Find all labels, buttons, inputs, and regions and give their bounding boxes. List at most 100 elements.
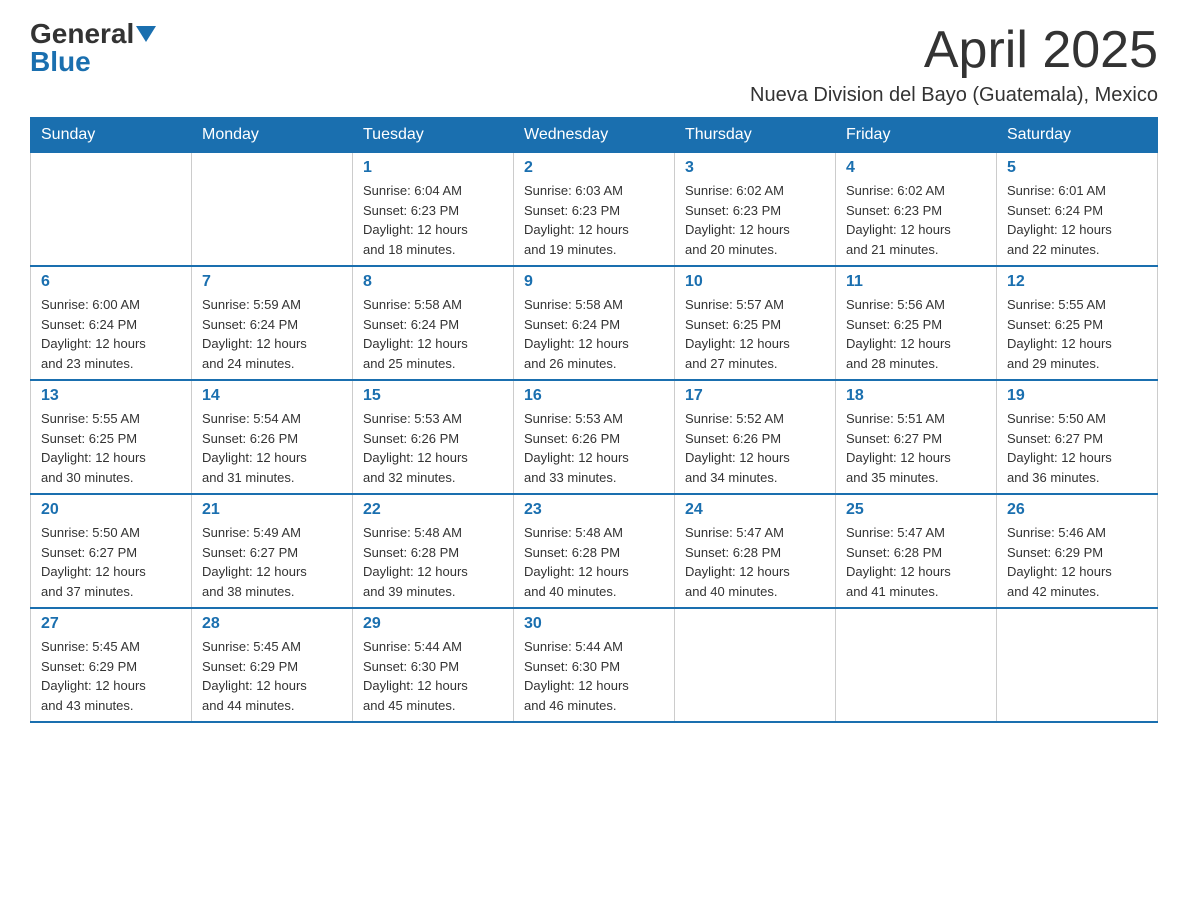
logo-triangle-icon — [136, 26, 156, 42]
day-number: 22 — [363, 501, 503, 519]
day-info: Sunrise: 5:45 AMSunset: 6:29 PMDaylight:… — [41, 637, 181, 715]
day-number: 1 — [363, 159, 503, 177]
day-info: Sunrise: 5:44 AMSunset: 6:30 PMDaylight:… — [363, 637, 503, 715]
calendar-cell: 22 Sunrise: 5:48 AMSunset: 6:28 PMDayligh… — [353, 494, 514, 608]
day-number: 24 — [685, 501, 825, 519]
calendar-header-sunday: Sunday — [31, 118, 192, 153]
calendar-cell: 9Sunrise: 5:58 AMSunset: 6:24 PMDaylight… — [514, 266, 675, 380]
day-number: 13 — [41, 387, 181, 405]
calendar-cell: 15 Sunrise: 5:53 AMSunset: 6:26 PMDayligh… — [353, 380, 514, 494]
page-header: General Blue April 2025 Nueva Division d… — [30, 20, 1158, 107]
day-info: Sunrise: 5:50 AMSunset: 6:27 PMDaylight:… — [41, 523, 181, 601]
day-info: Sunrise: 5:55 AMSunset: 6:25 PMDaylight:… — [41, 409, 181, 487]
day-number: 18 — [846, 387, 986, 405]
day-number: 29 — [363, 615, 503, 633]
day-number: 19 — [1007, 387, 1147, 405]
calendar-header-wednesday: Wednesday — [514, 118, 675, 153]
day-number: 27 — [41, 615, 181, 633]
day-number: 11 — [846, 273, 986, 291]
day-info: Sunrise: 5:47 AMSunset: 6:28 PMDaylight:… — [846, 523, 986, 601]
calendar-cell: 14 Sunrise: 5:54 AMSunset: 6:26 PMDayligh… — [192, 380, 353, 494]
day-info: Sunrise: 6:04 AMSunset: 6:23 PMDaylight:… — [363, 181, 503, 259]
calendar-cell: 24 Sunrise: 5:47 AMSunset: 6:28 PMDayligh… — [675, 494, 836, 608]
day-info: Sunrise: 5:54 AMSunset: 6:26 PMDaylight:… — [202, 409, 342, 487]
day-info: Sunrise: 5:57 AMSunset: 6:25 PMDaylight:… — [685, 295, 825, 373]
day-number: 5 — [1007, 159, 1147, 177]
calendar-cell: 20 Sunrise: 5:50 AMSunset: 6:27 PMDayligh… — [31, 494, 192, 608]
calendar-header-monday: Monday — [192, 118, 353, 153]
day-info: Sunrise: 5:58 AMSunset: 6:24 PMDaylight:… — [363, 295, 503, 373]
day-number: 15 — [363, 387, 503, 405]
day-number: 26 — [1007, 501, 1147, 519]
day-info: Sunrise: 5:59 AMSunset: 6:24 PMDaylight:… — [202, 295, 342, 373]
calendar-header-tuesday: Tuesday — [353, 118, 514, 153]
calendar-cell: 6 Sunrise: 6:00 AMSunset: 6:24 PMDaylight… — [31, 266, 192, 380]
calendar-cell: 23 Sunrise: 5:48 AMSunset: 6:28 PMDayligh… — [514, 494, 675, 608]
week-row-2: 6 Sunrise: 6:00 AMSunset: 6:24 PMDaylight… — [31, 266, 1158, 380]
day-number: 3 — [685, 159, 825, 177]
calendar-header-thursday: Thursday — [675, 118, 836, 153]
calendar-cell — [675, 608, 836, 722]
calendar-cell: 1 Sunrise: 6:04 AMSunset: 6:23 PMDaylight… — [353, 153, 514, 267]
calendar-cell — [997, 608, 1158, 722]
day-number: 6 — [41, 273, 181, 291]
calendar-cell: 3 Sunrise: 6:02 AMSunset: 6:23 PMDaylight… — [675, 153, 836, 267]
day-info: Sunrise: 5:48 AMSunset: 6:28 PMDaylight:… — [363, 523, 503, 601]
week-row-1: 1 Sunrise: 6:04 AMSunset: 6:23 PMDaylight… — [31, 153, 1158, 267]
day-info: Sunrise: 5:52 AMSunset: 6:26 PMDaylight:… — [685, 409, 825, 487]
calendar-cell: 29 Sunrise: 5:44 AMSunset: 6:30 PMDayligh… — [353, 608, 514, 722]
calendar-cell: 28 Sunrise: 5:45 AMSunset: 6:29 PMDayligh… — [192, 608, 353, 722]
day-number: 2 — [524, 159, 664, 177]
day-info: Sunrise: 5:45 AMSunset: 6:29 PMDaylight:… — [202, 637, 342, 715]
calendar-cell: 17Sunrise: 5:52 AMSunset: 6:26 PMDayligh… — [675, 380, 836, 494]
day-number: 20 — [41, 501, 181, 519]
day-info: Sunrise: 6:03 AMSunset: 6:23 PMDaylight:… — [524, 181, 664, 259]
day-info: Sunrise: 6:02 AMSunset: 6:23 PMDaylight:… — [685, 181, 825, 259]
calendar-cell — [836, 608, 997, 722]
week-row-4: 20 Sunrise: 5:50 AMSunset: 6:27 PMDayligh… — [31, 494, 1158, 608]
day-info: Sunrise: 5:47 AMSunset: 6:28 PMDaylight:… — [685, 523, 825, 601]
day-info: Sunrise: 5:46 AMSunset: 6:29 PMDaylight:… — [1007, 523, 1147, 601]
calendar-cell: 13 Sunrise: 5:55 AMSunset: 6:25 PMDayligh… — [31, 380, 192, 494]
calendar-cell: 4Sunrise: 6:02 AMSunset: 6:23 PMDaylight… — [836, 153, 997, 267]
day-info: Sunrise: 5:55 AMSunset: 6:25 PMDaylight:… — [1007, 295, 1147, 373]
calendar-cell — [31, 153, 192, 267]
calendar-cell: 10 Sunrise: 5:57 AMSunset: 6:25 PMDayligh… — [675, 266, 836, 380]
day-info: Sunrise: 5:56 AMSunset: 6:25 PMDaylight:… — [846, 295, 986, 373]
day-info: Sunrise: 5:51 AMSunset: 6:27 PMDaylight:… — [846, 409, 986, 487]
day-number: 30 — [524, 615, 664, 633]
calendar-cell — [192, 153, 353, 267]
calendar-cell: 19 Sunrise: 5:50 AMSunset: 6:27 PMDayligh… — [997, 380, 1158, 494]
day-info: Sunrise: 5:53 AMSunset: 6:26 PMDaylight:… — [363, 409, 503, 487]
location-subtitle: Nueva Division del Bayo (Guatemala), Mex… — [750, 84, 1158, 107]
day-info: Sunrise: 6:01 AMSunset: 6:24 PMDaylight:… — [1007, 181, 1147, 259]
logo-blue-text: Blue — [30, 48, 91, 76]
day-number: 16 — [524, 387, 664, 405]
day-number: 10 — [685, 273, 825, 291]
day-info: Sunrise: 6:02 AMSunset: 6:23 PMDaylight:… — [846, 181, 986, 259]
day-number: 8 — [363, 273, 503, 291]
day-number: 7 — [202, 273, 342, 291]
week-row-5: 27 Sunrise: 5:45 AMSunset: 6:29 PMDayligh… — [31, 608, 1158, 722]
calendar-cell: 25 Sunrise: 5:47 AMSunset: 6:28 PMDayligh… — [836, 494, 997, 608]
calendar-cell: 11 Sunrise: 5:56 AMSunset: 6:25 PMDayligh… — [836, 266, 997, 380]
calendar-cell: 8 Sunrise: 5:58 AMSunset: 6:24 PMDaylight… — [353, 266, 514, 380]
day-number: 23 — [524, 501, 664, 519]
day-number: 9 — [524, 273, 664, 291]
calendar-header-friday: Friday — [836, 118, 997, 153]
day-number: 28 — [202, 615, 342, 633]
week-row-3: 13 Sunrise: 5:55 AMSunset: 6:25 PMDayligh… — [31, 380, 1158, 494]
calendar-cell: 16Sunrise: 5:53 AMSunset: 6:26 PMDayligh… — [514, 380, 675, 494]
day-info: Sunrise: 5:48 AMSunset: 6:28 PMDaylight:… — [524, 523, 664, 601]
day-info: Sunrise: 5:50 AMSunset: 6:27 PMDaylight:… — [1007, 409, 1147, 487]
logo-general-text: General — [30, 20, 134, 48]
day-info: Sunrise: 6:00 AMSunset: 6:24 PMDaylight:… — [41, 295, 181, 373]
logo: General Blue — [30, 20, 156, 76]
day-number: 25 — [846, 501, 986, 519]
calendar-cell: 2 Sunrise: 6:03 AMSunset: 6:23 PMDaylight… — [514, 153, 675, 267]
month-title: April 2025 — [750, 20, 1158, 80]
calendar-cell: 7 Sunrise: 5:59 AMSunset: 6:24 PMDaylight… — [192, 266, 353, 380]
calendar-cell: 12Sunrise: 5:55 AMSunset: 6:25 PMDayligh… — [997, 266, 1158, 380]
day-number: 14 — [202, 387, 342, 405]
day-number: 21 — [202, 501, 342, 519]
